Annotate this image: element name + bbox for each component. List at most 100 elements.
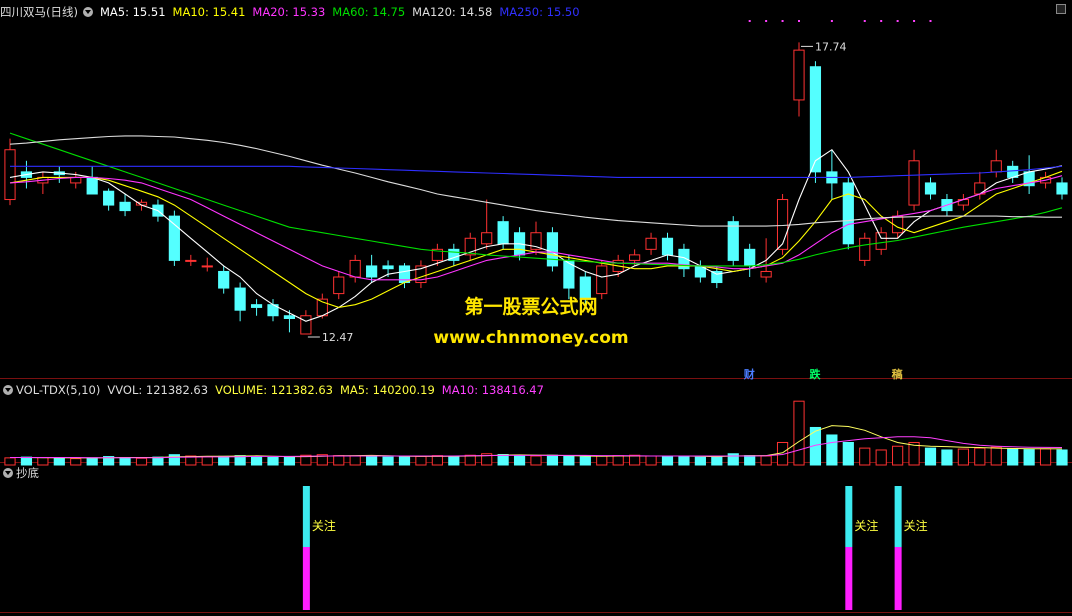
candle-down <box>727 221 739 261</box>
signal-label: 关注 <box>854 518 878 533</box>
marker-dot <box>830 20 833 22</box>
volume-bar <box>1007 447 1019 466</box>
candle-down <box>661 237 674 256</box>
volume-bar <box>579 456 591 466</box>
marker-dot <box>798 20 800 22</box>
volume-bar <box>678 456 690 466</box>
candle-down <box>546 232 559 267</box>
marker-dot <box>863 20 866 22</box>
candle-down <box>842 182 854 245</box>
candle-down <box>103 190 115 206</box>
event-mark[interactable]: 跌 <box>808 366 821 382</box>
signal-label: 关注 <box>312 518 336 533</box>
candle-down <box>924 182 937 195</box>
volume-bar <box>448 455 460 466</box>
candle-down <box>497 221 509 245</box>
marker-dot <box>896 20 899 22</box>
candle-down <box>168 215 180 261</box>
volume-bar <box>20 456 33 466</box>
volume-bar <box>990 446 1002 466</box>
volume-bar <box>4 457 16 466</box>
signal-bar-top <box>845 486 853 547</box>
volume-bar <box>546 454 559 466</box>
signal-bar-top <box>302 486 310 547</box>
volume-bar <box>37 456 49 466</box>
marker-dot <box>765 20 768 22</box>
event-mark[interactable]: 财 <box>743 366 756 382</box>
candle-up <box>185 259 197 262</box>
marker-dot <box>748 20 751 22</box>
candle-down <box>744 248 756 267</box>
candle-up <box>201 265 213 268</box>
volume-bar <box>267 456 279 466</box>
volume-bar <box>957 448 969 466</box>
volume-bar <box>1023 449 1035 466</box>
volume-bar <box>497 453 509 466</box>
candle-up <box>4 149 16 201</box>
signal-bar-bottom <box>894 547 902 610</box>
volume-bar <box>694 456 706 466</box>
volume-bar <box>744 455 756 466</box>
candle-up <box>629 254 641 261</box>
candle-down <box>119 201 131 212</box>
volume-bar <box>250 456 263 466</box>
volume-bar <box>464 454 476 466</box>
candle-up <box>645 237 657 250</box>
candle-up <box>760 270 772 278</box>
volume-bar <box>398 456 411 466</box>
volume-bar <box>333 455 345 466</box>
candle-up <box>596 265 608 295</box>
candle-up <box>70 176 82 184</box>
volume-bar <box>86 457 98 466</box>
signal-bar-bottom <box>302 547 310 610</box>
volume-bar <box>612 455 624 466</box>
volume-bar <box>119 456 131 466</box>
volume-bar <box>152 456 164 466</box>
ma-line-ma250 <box>10 165 1063 178</box>
volume-bar <box>201 456 213 466</box>
volume-bar <box>431 455 443 466</box>
volume-bar <box>760 455 772 466</box>
volume-bar <box>793 400 805 466</box>
marker-dot <box>880 20 883 22</box>
volume-bar <box>1039 448 1052 466</box>
candle-up <box>990 160 1002 173</box>
volume-bar <box>645 455 657 466</box>
candle-down <box>86 176 98 195</box>
candle-down <box>218 270 230 289</box>
volume-bar <box>892 445 904 466</box>
volume-bar <box>382 456 394 466</box>
candle-up <box>908 160 920 206</box>
event-mark[interactable]: 稿 <box>891 366 904 382</box>
volume-bar <box>711 456 723 466</box>
volume-bar <box>53 457 65 466</box>
volume-bar <box>727 453 739 466</box>
volume-bar <box>924 447 937 466</box>
volume-bar <box>415 455 427 466</box>
candle-up <box>481 232 493 245</box>
watermark-url: www.chnmoney.com <box>433 328 629 348</box>
marker-dot <box>929 20 932 22</box>
volume-bar <box>563 455 575 466</box>
volume-ma5-line <box>10 425 1063 459</box>
candle-up <box>875 232 887 250</box>
volume-bar <box>629 454 641 466</box>
candle-up <box>776 199 789 250</box>
candle-up <box>859 237 871 261</box>
volume-bar <box>974 447 986 466</box>
marker-dot <box>913 20 916 22</box>
watermark-title: 第一股票公式网 <box>464 296 598 318</box>
volume-bar <box>596 455 608 466</box>
signal-label: 关注 <box>904 518 928 533</box>
volume-bar <box>366 455 378 466</box>
volume-bar <box>349 455 361 466</box>
signal-bar-top <box>894 486 902 547</box>
volume-bar <box>826 434 838 466</box>
volume-bar <box>283 456 296 466</box>
volume-bar <box>218 455 230 466</box>
candle-up <box>793 49 805 101</box>
volume-bar <box>1056 449 1068 466</box>
candle-up <box>349 259 361 278</box>
volume-bar <box>530 455 542 466</box>
candle-down <box>809 66 822 173</box>
